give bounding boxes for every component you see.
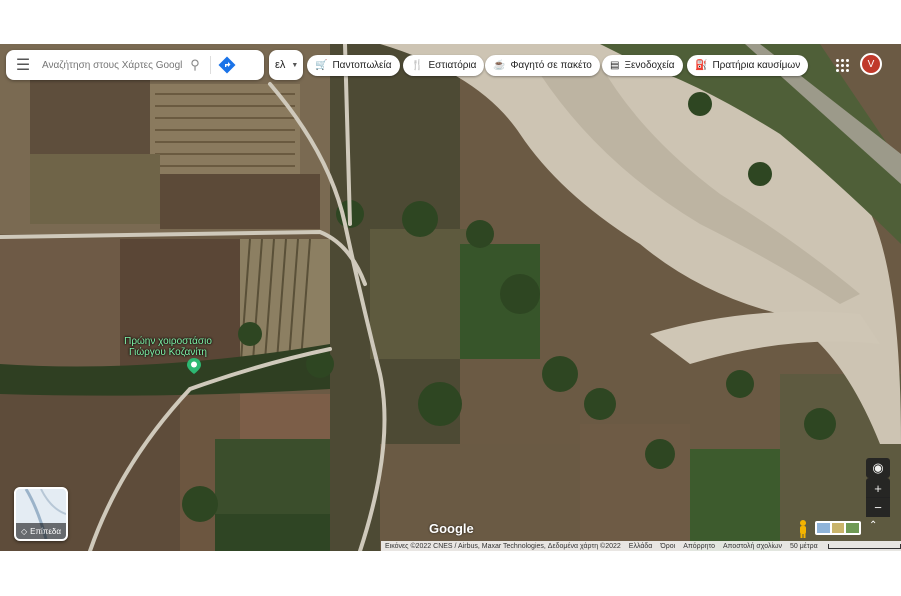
caret-down-icon: ▼ xyxy=(291,61,299,69)
chip-label: Εστιατόρια xyxy=(428,60,477,71)
account-avatar[interactable]: V xyxy=(860,53,882,75)
zoom-in-button[interactable]: + xyxy=(866,478,890,498)
poi-label[interactable]: Πρώην χοιροστάσιο Γιώργου Κοζανίτη xyxy=(118,336,218,358)
privacy-link[interactable]: Απόρρητο xyxy=(683,543,715,550)
bed-icon: ▤ xyxy=(610,60,620,71)
chip-label: Ξενοδοχεία xyxy=(624,60,675,71)
layers-icon: ◇ xyxy=(21,526,28,536)
apps-grid-icon[interactable] xyxy=(832,55,852,75)
scale-bar xyxy=(827,543,901,549)
search-box: ☰ ⚲ xyxy=(6,50,264,80)
layers-text: Επίπεδα xyxy=(30,526,61,536)
cart-icon: 🛒 xyxy=(315,60,328,71)
collapse-icon[interactable]: ⌃ xyxy=(869,520,877,531)
directions-icon[interactable] xyxy=(215,53,239,77)
imagery-thumb[interactable] xyxy=(846,523,860,533)
chip-label: Φαγητό σε πακέτο xyxy=(510,60,592,71)
layers-button[interactable]: ◇ Επίπεδα xyxy=(14,487,68,541)
satellite-map[interactable] xyxy=(0,44,901,551)
imagery-strip[interactable] xyxy=(815,521,861,535)
google-logo: Google xyxy=(429,521,474,536)
satellite-imagery xyxy=(0,44,901,551)
layers-label: ◇ Επίπεδα xyxy=(16,523,66,539)
imagery-thumb[interactable] xyxy=(831,523,845,533)
chip-groceries[interactable]: 🛒 Παντοπωλεία xyxy=(307,55,400,76)
menu-icon[interactable]: ☰ xyxy=(6,50,40,80)
utensils-icon: 🍴 xyxy=(411,60,424,71)
footer-bar: Εικόνες ©2022 CNES / Airbus, Maxar Techn… xyxy=(381,541,901,551)
my-location-icon[interactable]: ◉ xyxy=(866,458,890,478)
language-label: ελ xyxy=(275,59,286,71)
imagery-thumb[interactable] xyxy=(817,523,830,533)
imagery-credit: Εικόνες ©2022 CNES / Airbus, Maxar Techn… xyxy=(385,542,621,550)
feedback-link[interactable]: Αποστολή σχολίων xyxy=(723,543,782,550)
terms-link[interactable]: Όροι xyxy=(660,543,675,550)
country-link[interactable]: Ελλάδα xyxy=(629,543,653,550)
language-selector[interactable]: ελ ▼ xyxy=(269,50,303,80)
park-pin-icon[interactable] xyxy=(187,358,201,379)
zoom-out-button[interactable]: − xyxy=(866,497,890,517)
scale-label[interactable]: 50 μέτρα xyxy=(790,543,818,550)
pegman-icon[interactable] xyxy=(797,520,809,543)
chip-label: Πρατήρια καυσίμων xyxy=(712,60,801,71)
chip-gas-stations[interactable]: ⛽ Πρατήρια καυσίμων xyxy=(687,55,809,76)
chip-takeout[interactable]: ☕ Φαγητό σε πακέτο xyxy=(485,55,600,76)
divider xyxy=(210,56,211,74)
takeout-icon: ☕ xyxy=(493,60,506,71)
chip-restaurants[interactable]: 🍴 Εστιατόρια xyxy=(403,55,485,76)
fuel-icon: ⛽ xyxy=(695,60,708,71)
chip-label: Παντοπωλεία xyxy=(332,60,392,71)
search-icon[interactable]: ⚲ xyxy=(184,57,206,73)
chip-hotels[interactable]: ▤ Ξενοδοχεία xyxy=(602,55,683,76)
search-input[interactable] xyxy=(40,58,184,72)
